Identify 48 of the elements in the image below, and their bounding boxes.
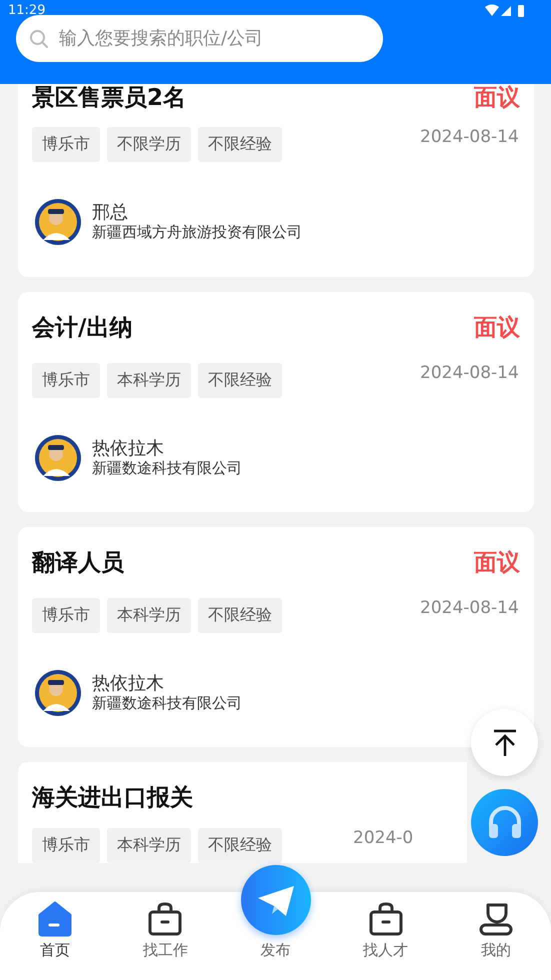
avatar-icon <box>34 198 82 246</box>
salary: 面议 <box>474 84 520 112</box>
search-field[interactable]: 输入您要搜索的职位/公司 <box>16 15 383 62</box>
job-card[interactable]: 海关进出口报关 博乐市 本科学历 不限经验 2024-0 <box>18 762 467 863</box>
job-tag: 博乐市 <box>32 127 100 162</box>
contact-name: 邢总 <box>92 203 129 223</box>
search-icon <box>29 29 49 49</box>
job-tag: 不限经验 <box>198 127 282 162</box>
company-name: 新疆数途科技有限公司 <box>92 459 242 477</box>
tab-item[interactable]: 发布 <box>220 865 331 980</box>
company-name: 新疆西域方舟旅游投资有限公司 <box>92 223 302 241</box>
job-title: 海关进出口报关 <box>32 784 193 812</box>
status-time: 11:29 <box>8 3 46 18</box>
salary: 面议 <box>474 314 520 342</box>
job-tag: 本科学历 <box>107 828 191 863</box>
post-date: 2024-0 <box>353 828 414 848</box>
job-title: 翻译人员 <box>32 548 124 578</box>
contact-name: 热依拉木 <box>92 439 165 459</box>
tab-item[interactable]: 找工作 <box>110 892 220 980</box>
job-title: 景区售票员2名 <box>32 84 186 112</box>
contact-name: 热依拉木 <box>92 674 165 694</box>
job-tag: 不限经验 <box>198 363 282 398</box>
job-tag: 博乐市 <box>32 828 100 863</box>
company-name: 新疆数途科技有限公司 <box>92 694 242 712</box>
post-date: 2024-08-14 <box>420 127 519 147</box>
job-card[interactable]: 会计/出纳 面议 博乐市 本科学历 不限经验 2024-08-14 热依拉木 新疆数途科技有限公司 <box>18 292 534 512</box>
home-icon <box>37 901 74 937</box>
salary: 面议 <box>474 548 520 578</box>
tab-item[interactable]: 找人才 <box>330 892 441 980</box>
job-card[interactable]: 景区售票员2名 面议 博乐市 不限学历 不限经验 2024-08-14 邢总 新疆西域方舟旅游投资有限公司 <box>18 84 534 277</box>
job-tag: 本科学历 <box>107 363 191 398</box>
avatar-icon <box>34 434 82 482</box>
job-card[interactable]: 翻译人员 面议 博乐市 本科学历 不限经验 2024-08-14 热依拉木 新疆数途科技有限公司 <box>18 527 534 747</box>
job-tag: 不限经验 <box>198 598 282 633</box>
briefcase-icon <box>147 901 184 937</box>
tab-item[interactable]: 我的 <box>440 892 551 980</box>
post-date: 2024-08-14 <box>420 598 519 618</box>
job-tag: 博乐市 <box>32 363 100 398</box>
job-tag: 不限经验 <box>198 828 282 863</box>
user-icon <box>478 901 514 937</box>
post-date: 2024-08-14 <box>420 363 519 383</box>
job-tag: 不限学历 <box>107 127 191 162</box>
tab-item[interactable]: 首页 <box>0 892 110 980</box>
job-tag: 博乐市 <box>32 598 100 633</box>
avatar-icon <box>34 669 82 717</box>
briefcase-icon <box>368 901 404 937</box>
job-title: 会计/出纳 <box>32 314 132 342</box>
job-tag: 本科学历 <box>107 598 191 633</box>
